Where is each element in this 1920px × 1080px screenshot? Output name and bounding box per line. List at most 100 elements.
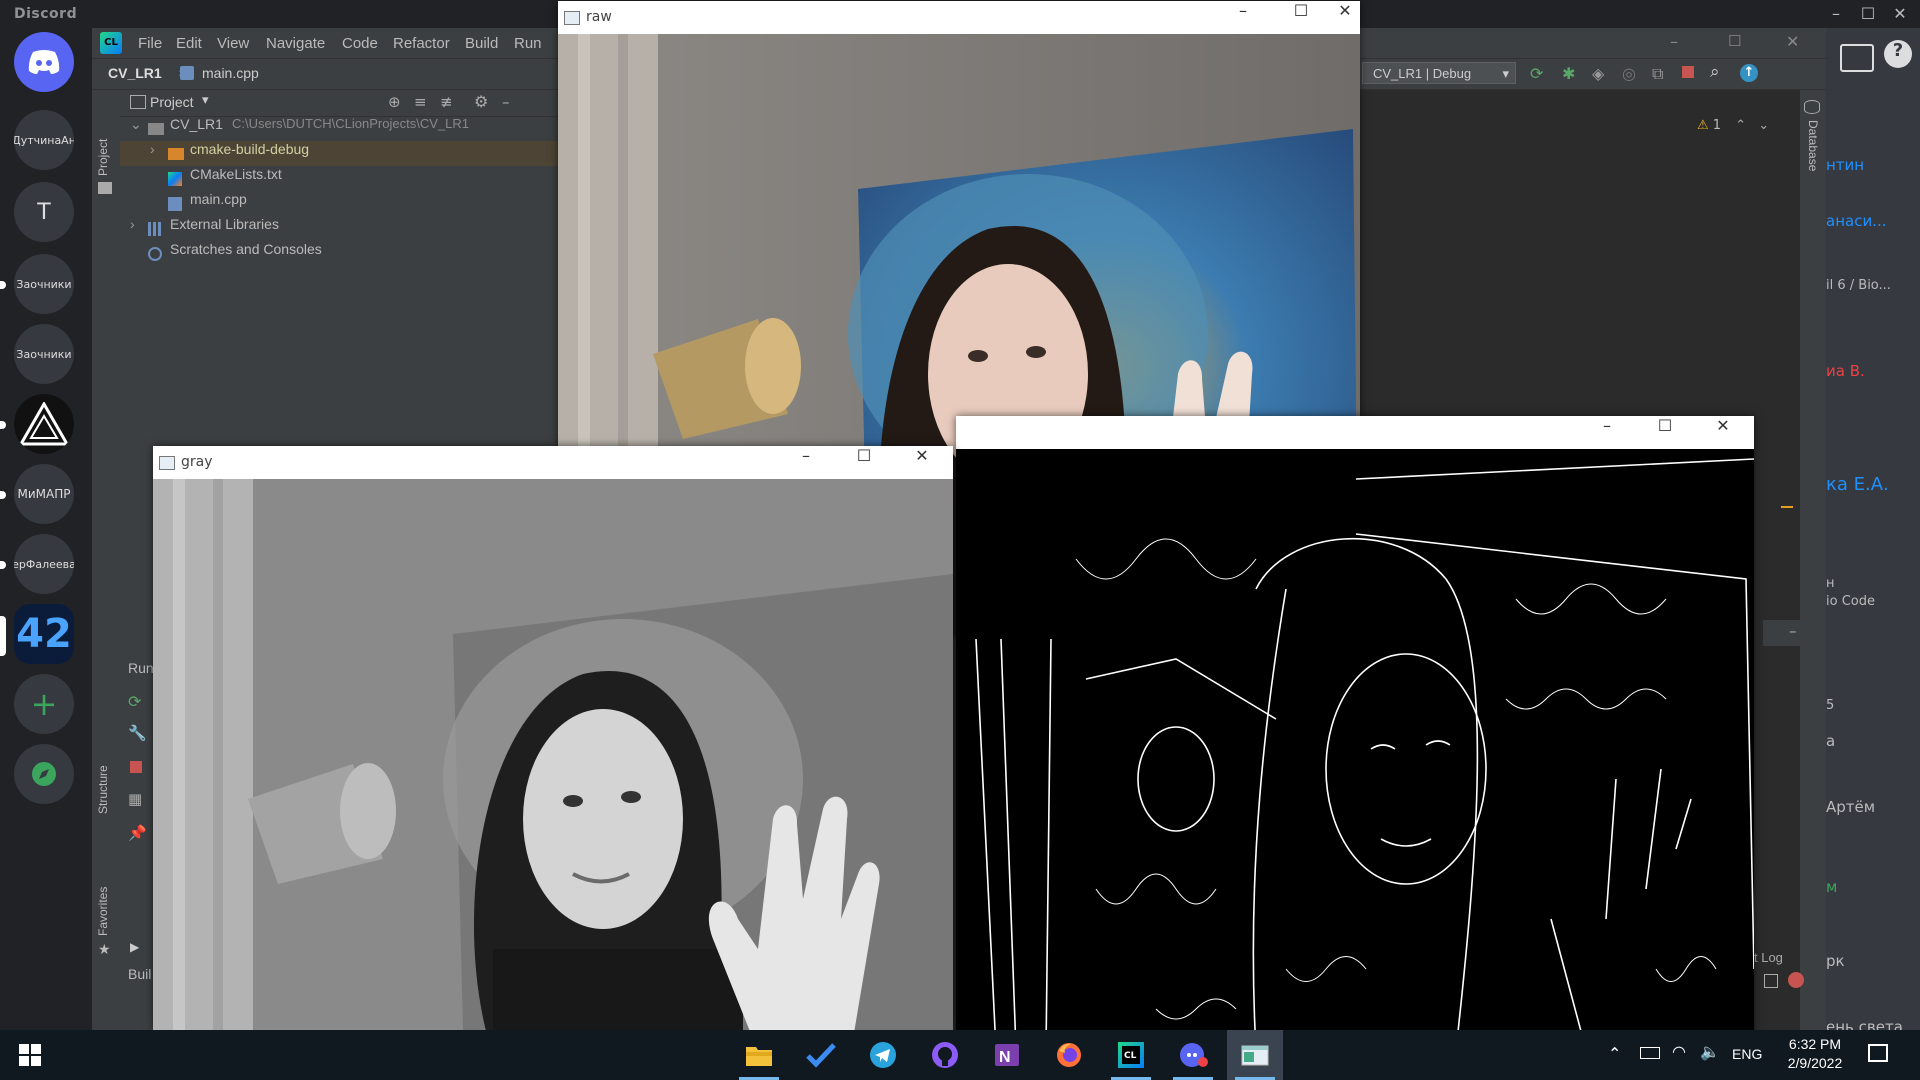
member-name[interactable]: ень света <box>1826 1018 1903 1030</box>
locate-icon[interactable]: ⊕ <box>388 93 401 111</box>
discord-close-button[interactable]: ✕ <box>1888 2 1912 26</box>
discord-maximize-button[interactable]: ☐ <box>1856 2 1880 26</box>
battery-icon[interactable] <box>1640 1047 1660 1059</box>
menu-code[interactable]: Code <box>342 35 378 52</box>
collapse-all-icon[interactable]: ≢ <box>440 93 453 111</box>
debug-bug-icon[interactable]: ✱ <box>1562 64 1575 83</box>
close-button[interactable]: ✕ <box>1330 1 1360 34</box>
coverage-icon[interactable]: ◈ <box>1592 64 1604 83</box>
input-language[interactable]: ENG <box>1732 1046 1762 1062</box>
show-hidden-icons-chevron-up-icon[interactable]: ⌃ <box>1608 1044 1621 1063</box>
server-icon[interactable]: Заочники <box>14 254 74 314</box>
stop-icon[interactable] <box>1682 66 1694 78</box>
update-icon[interactable]: ↑ <box>1740 64 1758 82</box>
rerun-icon[interactable]: ⟳ <box>128 692 141 711</box>
run-tab[interactable]: Run <box>128 660 154 676</box>
menu-file[interactable]: File <box>138 35 162 52</box>
close-button[interactable]: ✕ <box>893 446 951 479</box>
server-icon-selected[interactable]: 42 <box>14 604 74 664</box>
discord-home-button[interactable] <box>14 32 74 92</box>
member-name[interactable]: рк <box>1826 952 1845 970</box>
menu-run[interactable]: Run <box>514 35 542 52</box>
profile-icon[interactable]: ◎ <box>1622 64 1636 83</box>
breadcrumb-file[interactable]: main.cpp <box>202 65 259 81</box>
wrench-icon[interactable]: 🔧 <box>128 724 147 742</box>
explore-servers-icon[interactable] <box>14 744 74 804</box>
hide-panel-icon[interactable]: – <box>1789 622 1797 640</box>
discord-taskbar-button[interactable] <box>1165 1030 1221 1080</box>
menu-build[interactable]: Build <box>465 35 498 52</box>
todo-app-button[interactable] <box>793 1030 849 1080</box>
github-button[interactable] <box>917 1030 973 1080</box>
inbox-icon[interactable] <box>1840 44 1874 72</box>
database-tool-tab[interactable]: Database <box>1806 120 1820 171</box>
menu-view[interactable]: View <box>217 35 249 52</box>
error-notification-icon[interactable] <box>1788 972 1804 988</box>
help-icon[interactable]: ? <box>1884 40 1912 68</box>
raw-titlebar[interactable]: raw – ☐ ✕ <box>558 1 1360 34</box>
minimize-button[interactable]: – <box>777 446 835 479</box>
menu-edit[interactable]: Edit <box>176 35 202 52</box>
notification-center-icon[interactable] <box>1868 1044 1888 1062</box>
expand-all-icon[interactable]: ≡ <box>414 93 427 111</box>
pin-icon[interactable]: 📌 <box>128 824 147 842</box>
clion-taskbar-button[interactable]: CL <box>1103 1030 1159 1080</box>
telegram-button[interactable] <box>855 1030 911 1080</box>
gray-titlebar[interactable]: gray – ☐ ✕ <box>153 446 953 479</box>
project-tool-tab[interactable]: Project <box>96 139 110 176</box>
play-icon[interactable]: ▶ <box>130 940 139 954</box>
minimize-button[interactable]: – <box>1578 416 1636 449</box>
member-name[interactable]: ка Е.А. <box>1826 474 1889 495</box>
maximize-button[interactable]: ☐ <box>1636 416 1694 449</box>
close-button[interactable]: ✕ <box>1694 416 1752 449</box>
gear-icon[interactable]: ⚙ <box>474 92 488 111</box>
edges-titlebar[interactable]: – ☐ ✕ <box>956 416 1754 449</box>
server-icon[interactable]: ерФалеева <box>14 534 74 594</box>
chevron-down-icon[interactable]: ⌄ <box>1758 118 1769 133</box>
layout-icon[interactable]: ▦ <box>128 790 142 808</box>
add-server-icon[interactable]: + <box>14 674 74 734</box>
clock[interactable]: 6:32 PM 2/9/2022 <box>1775 1036 1855 1071</box>
member-name[interactable]: Артём <box>1826 798 1875 816</box>
breadcrumb-project[interactable]: CV_LR1 <box>108 65 162 81</box>
member-name[interactable]: м <box>1826 878 1837 896</box>
clion-close-button[interactable]: ✕ <box>1786 32 1799 51</box>
maximize-button[interactable]: ☐ <box>835 446 893 479</box>
structure-tool-tab[interactable]: Structure <box>96 765 110 814</box>
hide-panel-icon[interactable]: – <box>502 93 510 111</box>
onenote-button[interactable]: N <box>979 1030 1035 1080</box>
chevron-down-icon[interactable]: ▾ <box>202 93 209 108</box>
project-panel-title[interactable]: Project <box>150 94 194 110</box>
clion-minimize-button[interactable]: – <box>1670 32 1678 51</box>
server-icon-triangle-logo[interactable] <box>14 394 74 454</box>
stop-icon[interactable] <box>130 761 142 773</box>
minimize-button[interactable]: – <box>1214 1 1272 34</box>
server-icon[interactable]: T <box>14 182 74 242</box>
member-name[interactable]: а <box>1826 732 1835 750</box>
file-explorer-button[interactable] <box>731 1030 787 1080</box>
member-name[interactable]: иа В. <box>1826 362 1865 380</box>
attach-process-icon[interactable]: ⧉ <box>1652 64 1663 84</box>
member-name[interactable]: нтин <box>1826 156 1864 174</box>
wifi-icon[interactable]: ◠ <box>1672 1042 1686 1061</box>
server-icon[interactable]: МиМАПР <box>14 464 74 524</box>
run-configuration-select[interactable]: CV_LR1 | Debug ▾ <box>1362 62 1516 84</box>
firefox-button[interactable] <box>1041 1030 1097 1080</box>
server-icon[interactable]: ДутчинаАн <box>14 110 74 170</box>
discord-minimize-button[interactable]: – <box>1824 2 1848 26</box>
search-everywhere-icon[interactable]: ⌕ <box>1710 62 1720 82</box>
build-tab[interactable]: Buil <box>128 966 151 982</box>
favorites-tool-tab[interactable]: Favorites <box>96 887 110 936</box>
opencv-window-button[interactable] <box>1227 1030 1283 1080</box>
clion-maximize-button[interactable]: ☐ <box>1728 32 1741 50</box>
chevron-up-icon[interactable]: ⌃ <box>1735 118 1746 133</box>
menu-refactor[interactable]: Refactor <box>393 35 450 52</box>
rebuild-icon[interactable]: ⟳ <box>1530 64 1543 83</box>
member-name[interactable]: анаси... <box>1826 212 1887 230</box>
warning-indicator[interactable]: ⚠ 1 ⌃ ⌄ <box>1697 118 1769 133</box>
maximize-button[interactable]: ☐ <box>1272 1 1330 34</box>
start-button[interactable] <box>2 1030 58 1080</box>
menu-navigate[interactable]: Navigate <box>266 35 325 52</box>
server-icon[interactable]: Заочники <box>14 324 74 384</box>
event-log-tab[interactable]: t Log <box>1754 950 1783 965</box>
